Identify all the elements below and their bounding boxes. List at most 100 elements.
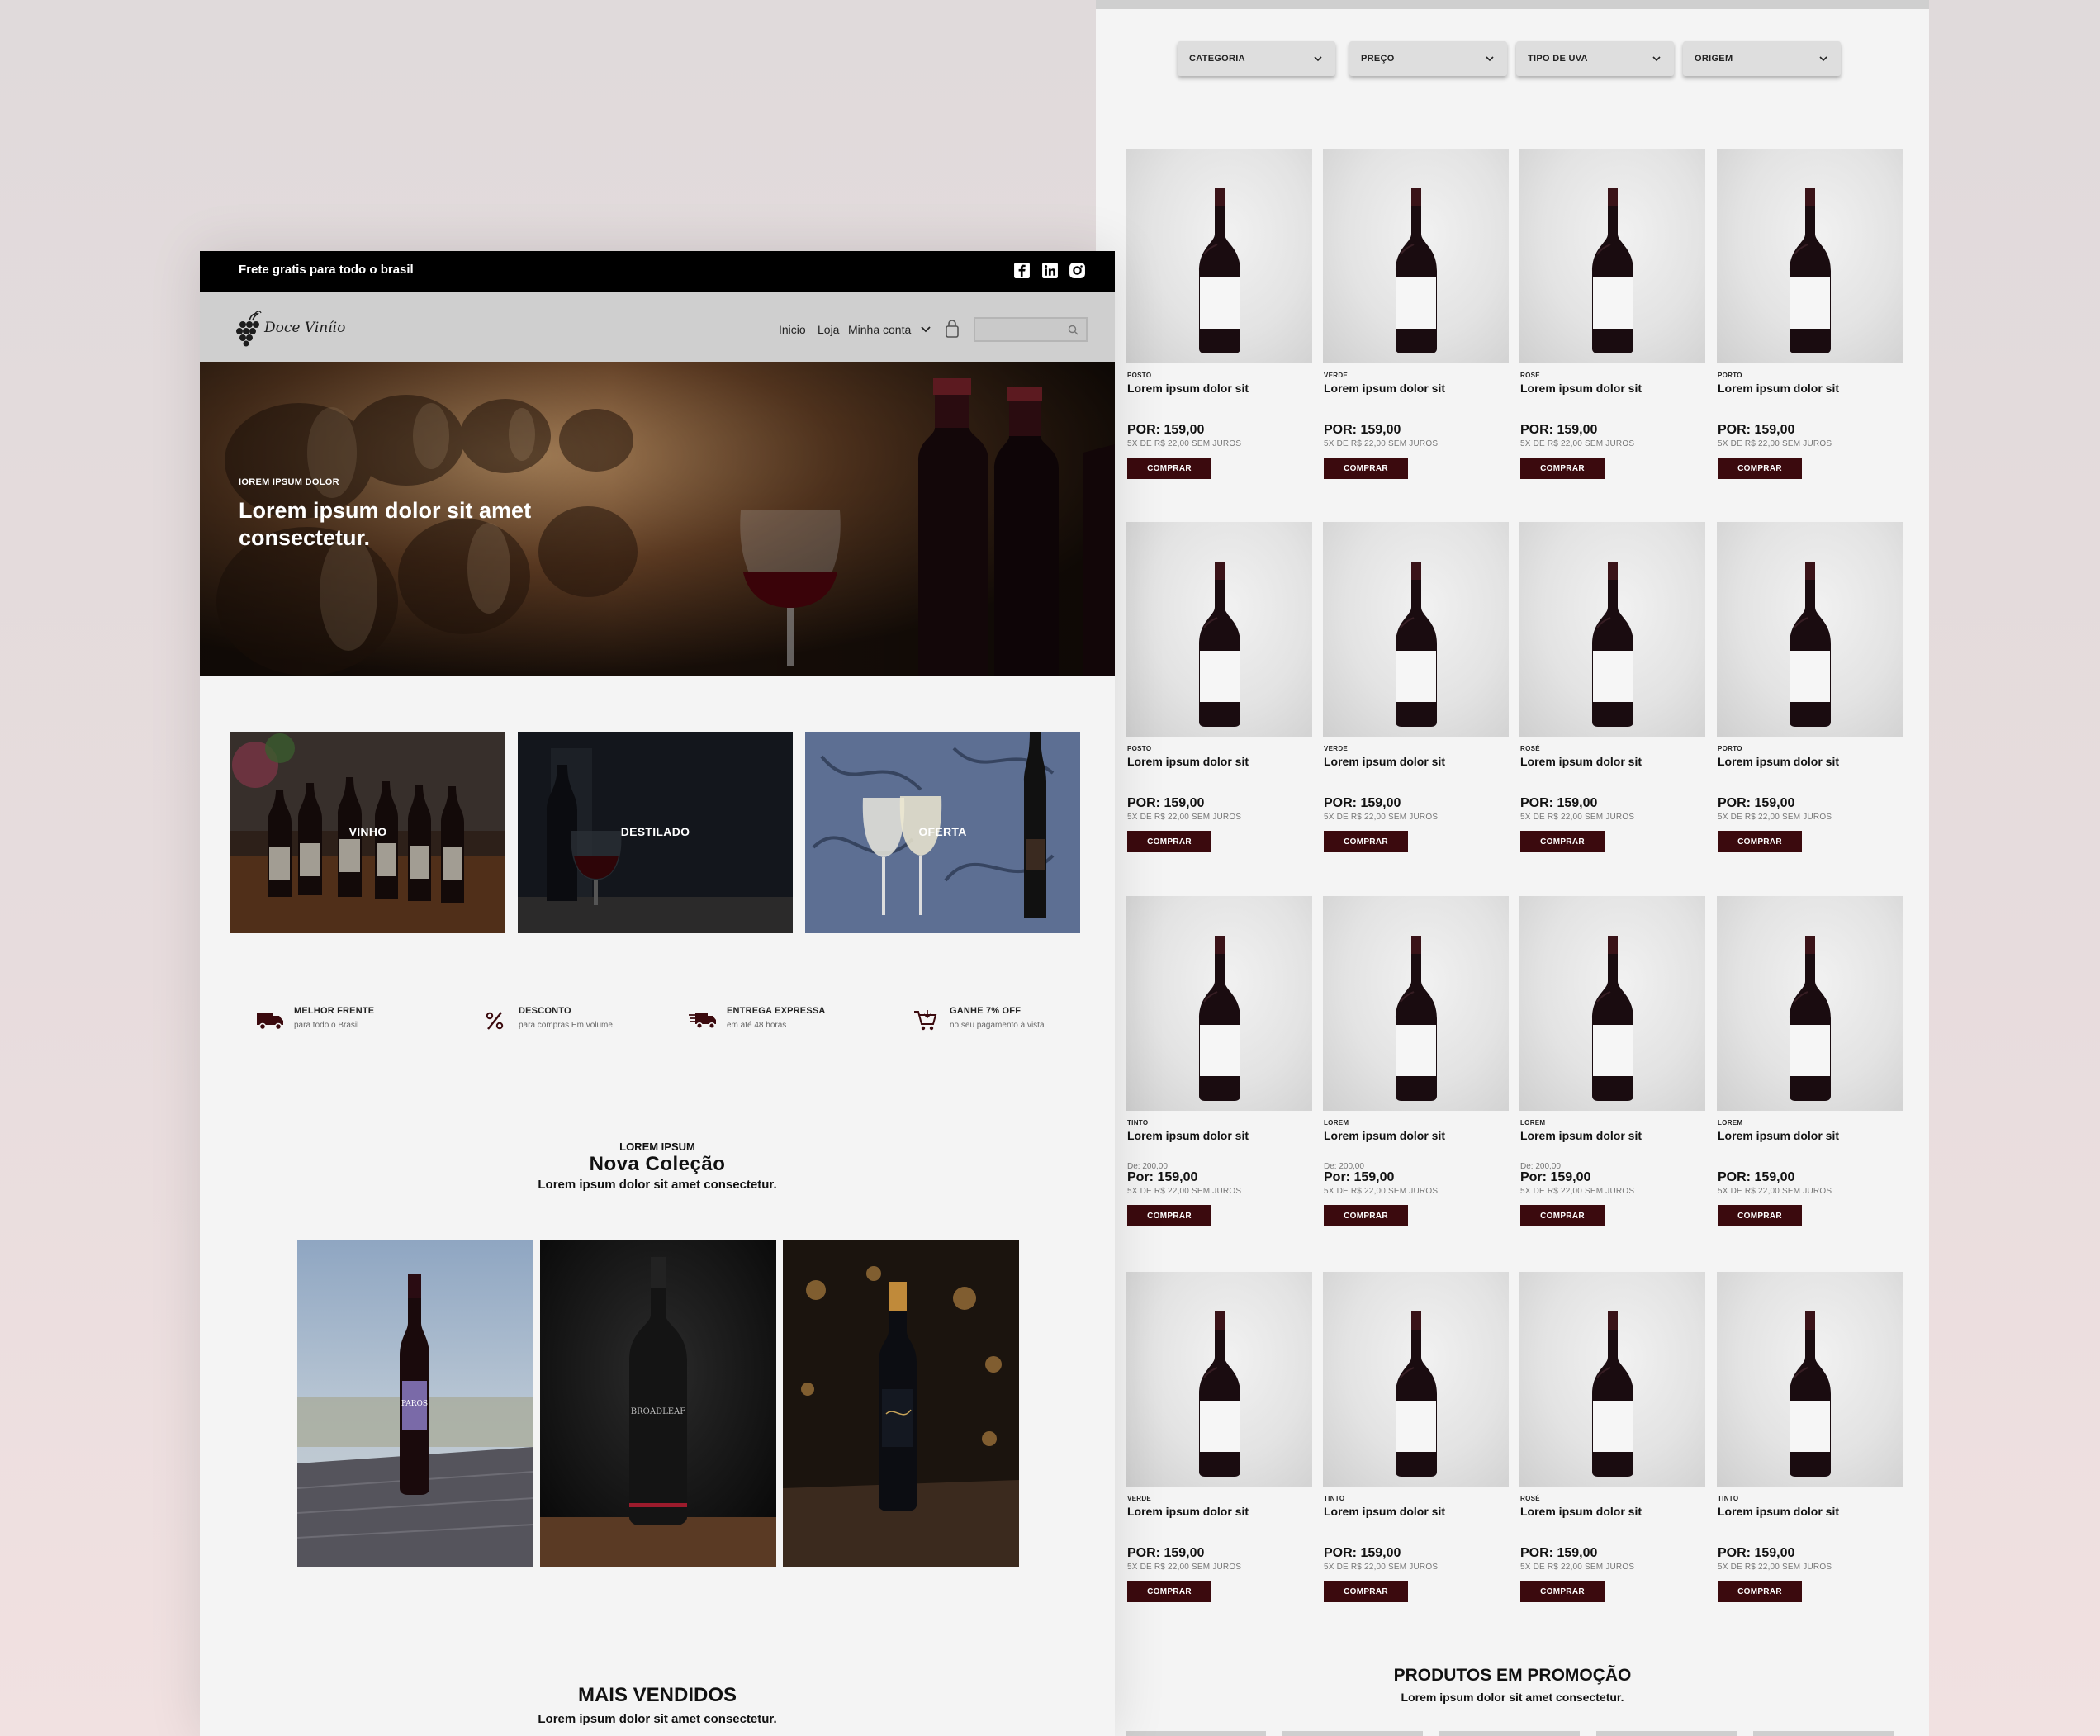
chevron-down-icon[interactable] <box>920 325 931 334</box>
collection-item-broadleaf[interactable]: BROADLEAF <box>540 1240 776 1567</box>
shopping-bag-icon[interactable] <box>945 319 960 339</box>
buy-button[interactable]: COMPRAR <box>1127 1581 1211 1602</box>
buy-button[interactable]: COMPRAR <box>1324 1205 1408 1226</box>
product-name[interactable]: Lorem ipsum dolor sit <box>1520 382 1642 395</box>
buy-button[interactable]: COMPRAR <box>1520 458 1605 479</box>
product-name[interactable]: Lorem ipsum dolor sit <box>1520 1505 1642 1518</box>
product-image[interactable] <box>1126 522 1312 737</box>
product-card[interactable]: POSTO Lorem ipsum dolor sit POR: 159,00 5X … <box>1126 149 1312 496</box>
product-image[interactable] <box>1126 896 1312 1111</box>
product-image[interactable] <box>1717 1272 1903 1487</box>
buy-button[interactable]: COMPRAR <box>1718 1205 1802 1226</box>
product-installments: 5X DE R$ 22,00 SEM JUROS <box>1127 813 1242 822</box>
category-card-vinho[interactable]: VINHO <box>230 732 505 933</box>
product-image[interactable] <box>1126 1272 1312 1487</box>
product-name[interactable]: Lorem ipsum dolor sit <box>1324 755 1445 768</box>
product-name[interactable]: Lorem ipsum dolor sit <box>1127 1129 1249 1142</box>
buy-button[interactable]: COMPRAR <box>1127 831 1211 852</box>
product-card[interactable]: TINTO Lorem ipsum dolor sit De: 200,00 Por:… <box>1126 896 1312 1243</box>
product-price: Por: 159,00 <box>1324 1170 1395 1184</box>
feature-subtitle: para compras Em volume <box>519 1021 613 1030</box>
product-name[interactable]: Lorem ipsum dolor sit <box>1324 1129 1445 1142</box>
product-price: Por: 159,00 <box>1127 1170 1198 1184</box>
product-image[interactable] <box>1126 149 1312 363</box>
product-installments: 5X DE R$ 22,00 SEM JUROS <box>1127 439 1242 448</box>
product-card[interactable]: POSTO Lorem ipsum dolor sit POR: 159,00 5X … <box>1126 522 1312 869</box>
nav-link-inicio[interactable]: Inicio <box>779 323 806 336</box>
product-name[interactable]: Lorem ipsum dolor sit <box>1718 1129 1839 1142</box>
product-name[interactable]: Lorem ipsum dolor sit <box>1324 382 1445 395</box>
product-image[interactable] <box>1323 149 1509 363</box>
product-name[interactable]: Lorem ipsum dolor sit <box>1520 1129 1642 1142</box>
filter-tipo-de-uva[interactable]: TIPO DE UVA <box>1516 41 1674 76</box>
product-card[interactable]: LOREM Lorem ipsum dolor sit De: 200,00 Por:… <box>1519 896 1705 1243</box>
category-card-destilado[interactable]: DESTILADO <box>518 732 793 933</box>
product-card[interactable]: TINTO Lorem ipsum dolor sit POR: 159,00 5X … <box>1717 1272 1903 1619</box>
wine-bottle-image <box>1198 936 1240 1101</box>
product-category: VERDE <box>1324 372 1349 379</box>
instagram-icon[interactable] <box>1069 262 1086 279</box>
product-card[interactable]: ROSÉ Lorem ipsum dolor sit POR: 159,00 5X D… <box>1519 522 1705 869</box>
product-image[interactable] <box>1717 149 1903 363</box>
product-image[interactable] <box>1323 522 1509 737</box>
product-card[interactable]: ROSÉ Lorem ipsum dolor sit POR: 159,00 5X D… <box>1519 1272 1705 1619</box>
buy-button[interactable]: COMPRAR <box>1718 458 1802 479</box>
product-image[interactable] <box>1519 522 1705 737</box>
product-name[interactable]: Lorem ipsum dolor sit <box>1718 382 1839 395</box>
product-category: PORTO <box>1718 372 1742 379</box>
product-installments: 5X DE R$ 22,00 SEM JUROS <box>1324 1563 1439 1572</box>
category-card-oferta[interactable]: OFERTA <box>805 732 1080 933</box>
buy-button[interactable]: COMPRAR <box>1324 458 1408 479</box>
buy-button[interactable]: COMPRAR <box>1324 831 1408 852</box>
product-name[interactable]: Lorem ipsum dolor sit <box>1127 755 1249 768</box>
product-image[interactable] <box>1717 896 1903 1111</box>
facebook-icon[interactable] <box>1013 262 1031 279</box>
product-card[interactable]: LOREM Lorem ipsum dolor sit POR: 159,00 5X … <box>1717 896 1903 1243</box>
product-card[interactable]: VERDE Lorem ipsum dolor sit POR: 159,00 5X … <box>1126 1272 1312 1619</box>
product-name[interactable]: Lorem ipsum dolor sit <box>1718 1505 1839 1518</box>
product-category: LOREM <box>1718 1119 1743 1127</box>
product-image[interactable] <box>1323 896 1509 1111</box>
product-image[interactable] <box>1717 522 1903 737</box>
filter-bar: CATEGORIA PREÇO TIPO DE UVA ORIGEM <box>1096 41 1929 76</box>
product-price: POR: 159,00 <box>1520 796 1598 810</box>
promo-section-subtitle: Lorem ipsum dolor sit amet consectetur. <box>1401 1691 1624 1704</box>
filter-origem[interactable]: ORIGEM <box>1683 41 1841 76</box>
filter-categoria[interactable]: CATEGORIA <box>1178 41 1335 76</box>
buy-button[interactable]: COMPRAR <box>1127 1205 1211 1226</box>
home-page: Frete gratis para todo o brasil Doce Vin… <box>200 251 1115 1736</box>
search-icon[interactable] <box>1068 325 1078 335</box>
product-name[interactable]: Lorem ipsum dolor sit <box>1520 755 1642 768</box>
nav-link-loja[interactable]: Loja <box>818 323 839 336</box>
buy-button[interactable]: COMPRAR <box>1718 831 1802 852</box>
collection-item-paros[interactable]: PAROS <box>297 1240 533 1567</box>
product-name[interactable]: Lorem ipsum dolor sit <box>1324 1505 1445 1518</box>
announcement-bar: Frete gratis para todo o brasil <box>200 251 1115 292</box>
product-image[interactable] <box>1519 149 1705 363</box>
nav-link-minha-conta[interactable]: Minha conta <box>848 323 911 336</box>
product-image[interactable] <box>1323 1272 1509 1487</box>
buy-button[interactable]: COMPRAR <box>1127 458 1211 479</box>
product-image[interactable] <box>1519 1272 1705 1487</box>
buy-button[interactable]: COMPRAR <box>1520 1581 1605 1602</box>
product-card[interactable]: TINTO Lorem ipsum dolor sit POR: 159,00 5X … <box>1323 1272 1509 1619</box>
filter-preco[interactable]: PREÇO <box>1349 41 1507 76</box>
buy-button[interactable]: COMPRAR <box>1718 1581 1802 1602</box>
product-name[interactable]: Lorem ipsum dolor sit <box>1718 755 1839 768</box>
buy-button[interactable]: COMPRAR <box>1520 831 1605 852</box>
product-card[interactable]: VERDE Lorem ipsum dolor sit POR: 159,00 5X … <box>1323 522 1509 869</box>
linkedin-icon[interactable] <box>1041 262 1059 279</box>
product-card[interactable]: LOREM Lorem ipsum dolor sit De: 200,00 Por:… <box>1323 896 1509 1243</box>
product-image[interactable] <box>1519 896 1705 1111</box>
product-card[interactable]: PORTO Lorem ipsum dolor sit POR: 159,00 5X … <box>1717 149 1903 496</box>
collection-item-reserve[interactable] <box>783 1240 1019 1567</box>
buy-button[interactable]: COMPRAR <box>1520 1205 1605 1226</box>
brand-name[interactable]: Doce Viníio <box>264 320 345 336</box>
product-card[interactable]: VERDE Lorem ipsum dolor sit POR: 159,00 5X … <box>1323 149 1509 496</box>
product-card[interactable]: PORTO Lorem ipsum dolor sit POR: 159,00 5X … <box>1717 522 1903 869</box>
product-name[interactable]: Lorem ipsum dolor sit <box>1127 382 1249 395</box>
product-card[interactable]: ROSÉ Lorem ipsum dolor sit POR: 159,00 5X D… <box>1519 149 1705 496</box>
wine-bottle-image <box>1395 562 1437 727</box>
buy-button[interactable]: COMPRAR <box>1324 1581 1408 1602</box>
product-name[interactable]: Lorem ipsum dolor sit <box>1127 1505 1249 1518</box>
